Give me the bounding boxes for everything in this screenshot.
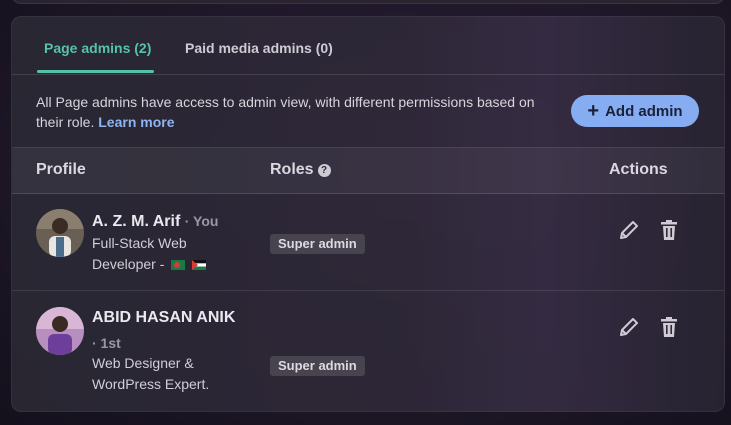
profile-name[interactable]: A. Z. M. Arif (92, 213, 180, 230)
table-header: Profile Roles? Actions (12, 147, 724, 194)
delete-icon[interactable] (657, 218, 681, 242)
edit-icon[interactable] (617, 315, 641, 339)
header-actions: Actions (609, 161, 668, 178)
header-roles: Roles? (270, 161, 331, 179)
description-line-with-flags: Developer - (92, 254, 242, 275)
learn-more-link[interactable]: Learn more (98, 114, 174, 130)
role-badge: Super admin (270, 234, 365, 254)
page-admins-card: Page admins (2) Paid media admins (0) Al… (11, 16, 725, 412)
delete-icon[interactable] (657, 315, 681, 339)
previous-card-edge (11, 0, 725, 4)
add-admin-label: Add admin (605, 102, 683, 120)
admin-tabs: Page admins (2) Paid media admins (0) (12, 17, 724, 75)
table-row: A. Z. M. Arif · You Full-Stack Web Devel… (12, 193, 724, 291)
bangladesh-flag-icon (171, 260, 186, 270)
header-profile: Profile (36, 161, 86, 178)
profile-relation: · You (184, 213, 219, 229)
profile-name-line: A. Z. M. Arif · You (92, 210, 262, 233)
edit-icon[interactable] (617, 218, 641, 242)
add-admin-button[interactable]: + Add admin (571, 95, 699, 127)
profile-relation: · 1st (92, 335, 121, 351)
profile-name-line: ABID HASAN ANIK · 1st (92, 307, 262, 354)
help-icon[interactable]: ? (317, 164, 331, 177)
admin-info-text: All Page admins have access to admin vie… (36, 92, 546, 132)
avatar[interactable] (36, 209, 84, 257)
profile-name[interactable]: ABID HASAN ANIK (92, 307, 262, 329)
active-tab-indicator (37, 70, 154, 73)
description-line: Web Designer & (92, 355, 194, 371)
profile-description: Full-Stack Web Developer - (92, 233, 242, 275)
description-line: WordPress Expert. (92, 376, 210, 392)
tab-paid-media-admins[interactable]: Paid media admins (0) (185, 40, 333, 56)
avatar[interactable] (36, 307, 84, 355)
plus-icon: + (587, 100, 600, 122)
tab-page-admins[interactable]: Page admins (2) (44, 40, 151, 56)
header-roles-label: Roles (270, 161, 314, 178)
description-line: Full-Stack Web (92, 235, 187, 251)
role-badge: Super admin (270, 356, 365, 376)
profile-description: Web Designer & WordPress Expert. (92, 353, 242, 395)
palestine-flag-icon (192, 260, 207, 270)
table-row: ABID HASAN ANIK · 1st Web Designer & Wor… (12, 291, 724, 411)
description-line: Developer - (92, 256, 165, 272)
